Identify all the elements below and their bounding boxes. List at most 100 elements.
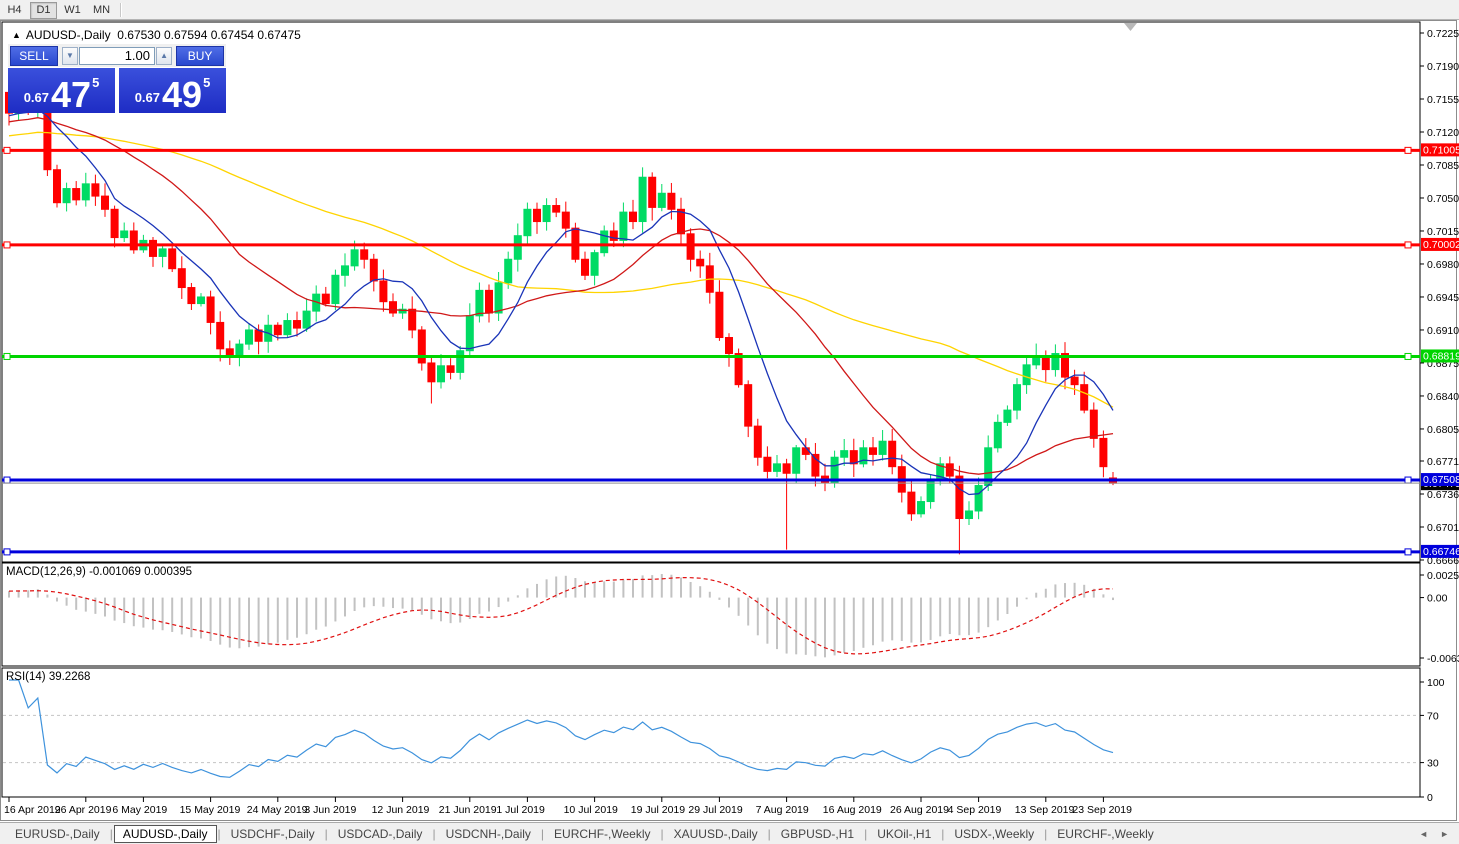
candle-body [725,337,733,355]
candle-body [1013,384,1021,411]
candle-body [878,440,887,455]
candle-body [1089,409,1098,439]
price-axis-label: 0.69450 [1427,292,1459,304]
level-handle [3,476,11,484]
candle-body [609,230,618,241]
level-handle [3,352,11,360]
candle-body [168,248,177,270]
candle-body [62,188,71,204]
price-axis-label: 0.67360 [1427,489,1459,501]
candle-body [1099,437,1108,468]
candle-body [773,463,781,472]
candle-body [734,353,743,386]
price-axis-label: 0.69100 [1427,325,1459,337]
candle-body [408,308,417,331]
candle-body [840,450,849,458]
date-axis-label: 10 Jul 2019 [564,804,618,816]
level-badge-label: 0.67508 [1423,474,1459,486]
chart-title: ▲ AUDUSD-,Daily 0.67530 0.67594 0.67454 0… [12,28,301,42]
level-handle [1404,352,1412,360]
tf-button-MN[interactable]: MN [88,2,115,19]
level-handle [3,548,11,556]
volume-step-down-button[interactable]: ▼ [61,46,78,65]
tab-usdcad-daily[interactable]: USDCAD-,Daily [329,825,432,843]
candle-body [648,176,657,208]
macd-axis-label: 0.00 [1427,593,1448,605]
rsi-axis-label: 70 [1427,710,1439,722]
candle-body [149,239,157,257]
candle-body [696,258,705,267]
candle-body [321,293,330,305]
candle-body [245,329,253,345]
date-axis-label: 1 Jul 2019 [496,804,545,816]
tab-eurusd-daily[interactable]: EURUSD-,Daily [6,825,109,843]
volume-step-up-button[interactable]: ▲ [156,46,173,65]
sell-price-display[interactable]: 0.67 47 5 [8,68,115,113]
tab-audusd-daily[interactable]: AUDUSD-,Daily [113,825,217,843]
rsi-axis-label: 100 [1427,677,1445,689]
right-shift-marker-icon[interactable] [1124,23,1137,31]
price-axis-label: 0.69800 [1427,259,1459,271]
candle-body [552,205,561,213]
tab-usdcnh-daily[interactable]: USDCNH-,Daily [437,825,540,843]
tab-ukoil-h1[interactable]: UKOil-,H1 [868,825,940,843]
ma-mid-line [8,117,1114,475]
date-axis-label: 7 Aug 2019 [756,804,809,816]
candle-body [542,205,551,223]
candle-body [81,183,90,201]
tf-button-H4[interactable]: H4 [1,2,28,19]
level-handle [1404,548,1412,556]
date-axis-label: 21 Jun 2019 [439,804,497,816]
candle-body [341,265,349,276]
tf-button-D1[interactable]: D1 [30,2,57,19]
tab-eurchf-weekly[interactable]: EURCHF-,Weekly [545,825,659,843]
candle-body [657,192,666,208]
candle-body [494,282,503,314]
buy-button[interactable]: BUY [176,45,224,66]
candle-body [1003,409,1012,423]
tab-usdx-weekly[interactable]: USDX-,Weekly [945,825,1043,843]
candle-body [619,211,628,241]
price-axis-label: 0.72250 [1427,28,1459,40]
ma-fast-line [8,108,1114,496]
candle-body [1070,376,1079,386]
symbol-collapse-icon[interactable]: ▲ [12,30,21,40]
price-axis-label: 0.70150 [1427,226,1459,238]
tf-button-W1[interactable]: W1 [59,2,86,19]
date-axis-label: 13 Sep 2019 [1015,804,1075,816]
price-axis-label: 0.68400 [1427,391,1459,403]
chart-plot[interactable]: 0.72250 0.71900 0.71550 0.71200 0.70850 0.705… [0,0,1459,822]
candle-body [197,296,205,305]
level-badge-label: 0.66746 [1423,546,1459,558]
candle-body [206,296,215,323]
buy-price-display[interactable]: 0.67 49 5 [119,68,226,113]
candle-body [581,258,589,276]
tab-xauusd-daily[interactable]: XAUUSD-,Daily [665,825,767,843]
price-axis-label: 0.68050 [1427,424,1459,436]
date-axis-label: 23 Sep 2019 [1072,804,1132,816]
candle-body [955,475,964,520]
chart-title-ohlc: 0.67530 0.67594 0.67454 0.67475 [117,28,301,42]
candle-body [456,350,465,373]
toolbar-separator [120,2,123,17]
rsi-axis-label: 30 [1427,758,1439,770]
tabs-scroll-right-icon[interactable]: ► [1440,829,1449,839]
date-axis-label: 16 Aug 2019 [823,804,882,816]
tab-gbpusd-h1[interactable]: GBPUSD-,H1 [772,825,863,843]
macd-panel-frame [1,562,1421,667]
tab-eurchf-weekly[interactable]: EURCHF-,Weekly [1048,825,1162,843]
sell-button[interactable]: SELL [10,45,58,66]
candle-body [369,258,378,282]
timeframe-toolbar: H4 D1 W1 MN [0,0,1459,20]
date-axis-label: 26 Aug 2019 [890,804,949,816]
volume-input[interactable] [79,46,155,65]
candle-body [129,230,138,251]
level-handle [1404,476,1412,484]
candle-body [667,192,676,210]
level-handle [3,146,11,154]
candle-body [907,491,916,515]
tabs-scroll-left-icon[interactable]: ◄ [1419,829,1428,839]
candle-body [763,456,772,472]
tab-usdchf-daily[interactable]: USDCHF-,Daily [222,825,324,843]
candle-body [993,421,1002,449]
